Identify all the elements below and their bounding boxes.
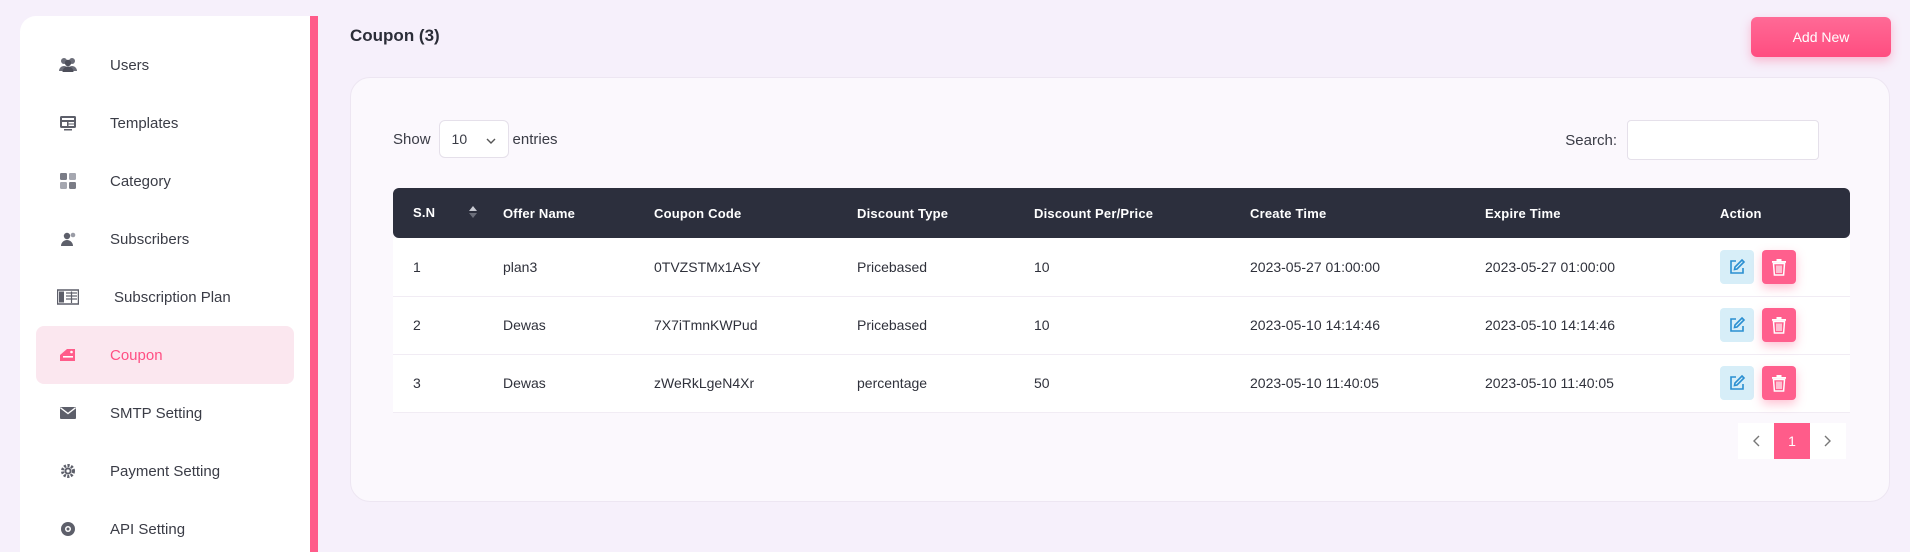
pagination: 1 xyxy=(1738,423,1846,459)
chevron-right-icon xyxy=(1824,435,1831,447)
sidebar-item-label: SMTP Setting xyxy=(110,404,203,422)
sidebar-item-label: Category xyxy=(110,172,171,190)
cell-coupon-code: zWeRkLgeN4Xr xyxy=(654,375,755,391)
column-header-create-time[interactable]: Create Time xyxy=(1230,188,1465,238)
length-control: Show 10 entries xyxy=(393,120,558,158)
cell-action xyxy=(1700,354,1850,412)
sidebar-item-templates[interactable]: Templates xyxy=(36,94,294,152)
coupon-table: S.N Offer Name Coupon Code Discount Type… xyxy=(393,188,1850,413)
cell-expire-time: 2023-05-10 11:40:05 xyxy=(1485,375,1614,391)
edit-button[interactable] xyxy=(1720,249,1754,284)
delete-button[interactable] xyxy=(1761,249,1796,284)
cell-create-time: 2023-05-10 14:14:46 xyxy=(1250,317,1380,333)
trash-icon xyxy=(1771,317,1786,334)
sidebar-item-subscription-plan[interactable]: Subscription Plan xyxy=(36,268,294,326)
api-icon xyxy=(57,518,79,540)
sort-icon xyxy=(469,206,478,221)
edit-button[interactable] xyxy=(1720,366,1754,400)
search-label: Search: xyxy=(1565,131,1617,149)
gear-icon xyxy=(57,460,79,482)
chevron-down-icon xyxy=(486,131,496,147)
column-header-discount-type[interactable]: Discount Type xyxy=(837,188,1014,238)
cell-discount-price: 10 xyxy=(1034,258,1050,275)
cell-discount-type: percentage xyxy=(857,375,928,391)
sidebar-item-label: API Setting xyxy=(110,520,186,538)
length-value: 10 xyxy=(451,131,468,147)
sidebar: Users Templates Category Subscribers Sub… xyxy=(20,16,318,552)
coupon-icon xyxy=(57,344,79,366)
cell-discount-type: Pricebased xyxy=(857,317,928,333)
delete-button[interactable] xyxy=(1761,308,1796,342)
coupon-card: Show 10 entries Search: S.N Offer Name C… xyxy=(350,77,1890,502)
edit-icon xyxy=(1730,374,1746,390)
cell-sn: 1 xyxy=(413,258,421,275)
cell-create-time: 2023-05-10 11:40:05 xyxy=(1250,375,1379,391)
cell-discount-price: 10 xyxy=(1034,317,1050,333)
sidebar-item-label: Users xyxy=(110,56,150,74)
cell-create-time: 2023-05-27 01:00:00 xyxy=(1250,258,1380,275)
column-header-coupon-code[interactable]: Coupon Code xyxy=(634,188,837,238)
trash-icon xyxy=(1771,258,1786,276)
users-icon xyxy=(57,54,79,76)
cell-discount-price: 50 xyxy=(1034,375,1050,391)
cell-offer-name: Dewas xyxy=(503,317,546,333)
column-header-expire-time[interactable]: Expire Time xyxy=(1465,188,1700,238)
sidebar-item-label: Subscribers xyxy=(110,230,190,248)
entries-length-select[interactable]: 10 xyxy=(438,120,509,158)
trash-icon xyxy=(1771,375,1786,392)
table-row: 1 plan3 0TVZSTMx1ASY Pricebased 10 2023-… xyxy=(393,238,1850,296)
table-header-row: S.N Offer Name Coupon Code Discount Type… xyxy=(393,188,1850,238)
add-new-button[interactable]: Add New xyxy=(1751,17,1891,57)
chevron-left-icon xyxy=(1753,435,1760,447)
page-title: Coupon (3) xyxy=(350,26,440,45)
edit-icon xyxy=(1730,316,1746,332)
sidebar-item-category[interactable]: Category xyxy=(36,152,294,210)
cell-offer-name: plan3 xyxy=(503,258,538,275)
sidebar-item-coupon[interactable]: Coupon xyxy=(36,326,294,384)
edit-button[interactable] xyxy=(1720,308,1754,342)
sidebar-item-label: Payment Setting xyxy=(110,462,221,480)
search-input[interactable] xyxy=(1627,120,1819,160)
cell-action xyxy=(1700,296,1850,354)
cell-expire-time: 2023-05-27 01:00:00 xyxy=(1485,258,1615,275)
templates-icon xyxy=(57,112,79,134)
coupon-table-wrap: S.N Offer Name Coupon Code Discount Type… xyxy=(393,188,1850,413)
show-label: Show xyxy=(393,130,431,148)
mail-icon xyxy=(57,402,79,424)
sidebar-item-payment-setting[interactable]: Payment Setting xyxy=(36,442,294,500)
cell-sn: 3 xyxy=(413,375,421,391)
cell-offer-name: Dewas xyxy=(503,375,546,391)
sidebar-item-users[interactable]: Users xyxy=(36,36,294,94)
sidebar-item-label: Subscription Plan xyxy=(114,288,231,306)
sidebar-item-smtp-setting[interactable]: SMTP Setting xyxy=(36,384,294,442)
column-header-discount-price[interactable]: Discount Per/Price xyxy=(1014,188,1230,238)
sidebar-item-label: Coupon xyxy=(110,346,163,364)
sidebar-item-label: Templates xyxy=(110,114,179,132)
page-button-current[interactable]: 1 xyxy=(1774,423,1810,459)
entries-label: entries xyxy=(512,130,558,148)
column-header-offer-name[interactable]: Offer Name xyxy=(483,188,634,238)
cell-coupon-code: 7X7iTmnKWPud xyxy=(654,317,758,333)
search-control: Search: xyxy=(1565,120,1819,160)
previous-page-button[interactable] xyxy=(1738,423,1774,459)
cell-action xyxy=(1700,238,1850,296)
plan-table-icon xyxy=(57,286,79,308)
user-bell-icon xyxy=(57,228,79,250)
cell-sn: 2 xyxy=(413,317,421,333)
cell-coupon-code: 0TVZSTMx1ASY xyxy=(654,258,761,275)
next-page-button[interactable] xyxy=(1810,423,1846,459)
table-row: 2 Dewas 7X7iTmnKWPud Pricebased 10 2023-… xyxy=(393,296,1850,354)
column-header-sn[interactable]: S.N xyxy=(393,188,483,238)
column-header-action: Action xyxy=(1720,205,1762,221)
sidebar-item-api-setting[interactable]: API Setting xyxy=(36,500,294,552)
cell-discount-type: Pricebased xyxy=(857,258,928,275)
edit-icon xyxy=(1730,258,1746,274)
grid-icon xyxy=(57,170,79,192)
sidebar-item-subscribers[interactable]: Subscribers xyxy=(36,210,294,268)
delete-button[interactable] xyxy=(1761,366,1796,400)
cell-expire-time: 2023-05-10 14:14:46 xyxy=(1485,317,1615,333)
table-row: 3 Dewas zWeRkLgeN4Xr percentage 50 2023-… xyxy=(393,354,1850,412)
